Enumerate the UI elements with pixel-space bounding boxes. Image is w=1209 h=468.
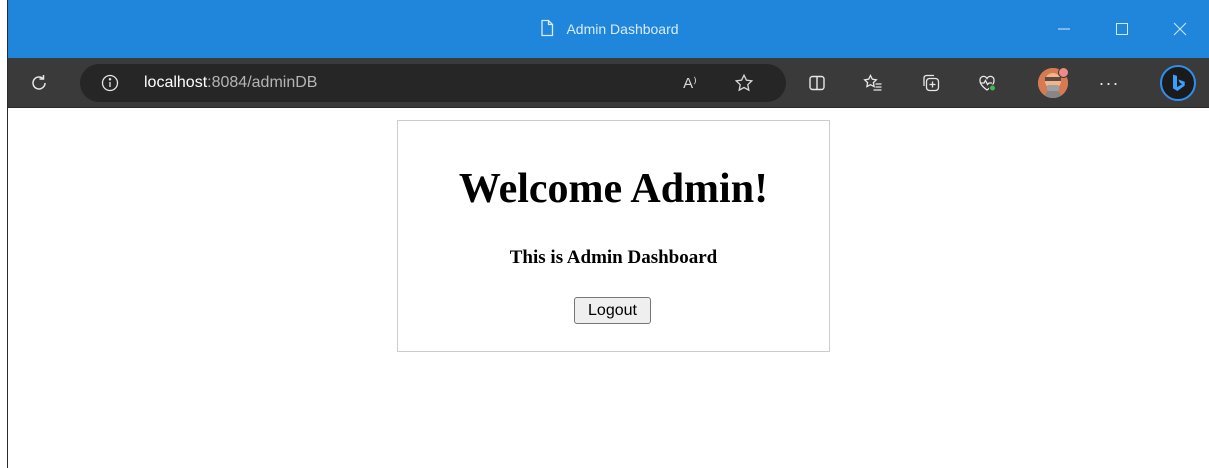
page-title: Welcome Admin! — [458, 166, 769, 212]
minimize-icon — [1058, 28, 1070, 30]
logout-button[interactable]: Logout — [574, 297, 651, 324]
settings-and-more-button[interactable]: ··· — [1094, 58, 1124, 108]
page-viewport: Welcome Admin! This is Admin Dashboard L… — [8, 108, 1209, 468]
dashboard-card: Welcome Admin! This is Admin Dashboard L… — [397, 120, 830, 352]
site-info-button[interactable] — [98, 64, 122, 102]
browser-window: Admin Dashboard localhost:8084/adminDB A… — [8, 0, 1209, 468]
profile-notification-badge — [1058, 67, 1069, 78]
url-text[interactable]: localhost:8084/adminDB — [144, 64, 317, 102]
title-bar[interactable]: Admin Dashboard — [8, 0, 1209, 58]
minimize-button[interactable] — [1035, 0, 1093, 58]
page-subtitle: This is Admin Dashboard — [509, 247, 718, 268]
left-window-edge — [0, 0, 8, 468]
bing-icon — [1173, 74, 1185, 91]
read-aloud-icon: A⁾ — [683, 75, 697, 92]
page-icon — [538, 19, 556, 40]
close-button[interactable] — [1151, 0, 1209, 58]
star-icon — [734, 73, 754, 92]
collections-icon — [923, 74, 940, 92]
heart-pulse-icon — [979, 75, 996, 92]
bing-chat-button[interactable] — [1160, 65, 1196, 101]
window-controls — [1035, 0, 1209, 58]
close-icon — [1173, 22, 1187, 36]
favorites-button[interactable] — [854, 58, 892, 108]
browser-toolbar: localhost:8084/adminDB A⁾ ··· — [8, 58, 1209, 108]
split-screen-icon — [809, 75, 825, 91]
refresh-icon — [32, 75, 46, 90]
read-aloud-button[interactable]: A⁾ — [674, 64, 706, 102]
url-path: :8084/adminDB — [207, 74, 318, 91]
url-host: localhost — [144, 74, 208, 91]
split-screen-button[interactable] — [798, 58, 836, 108]
collections-button[interactable] — [912, 58, 950, 108]
favorite-button[interactable] — [728, 64, 760, 102]
info-icon — [101, 74, 119, 92]
window-title: Admin Dashboard — [566, 21, 679, 37]
maximize-button[interactable] — [1093, 0, 1151, 58]
maximize-icon — [1116, 23, 1128, 35]
favorites-list-icon — [863, 74, 882, 91]
window-title-group: Admin Dashboard — [8, 0, 1209, 58]
browser-essentials-button[interactable] — [968, 58, 1006, 108]
refresh-button[interactable] — [20, 58, 58, 108]
address-bar[interactable]: localhost:8084/adminDB A⁾ — [80, 64, 786, 102]
